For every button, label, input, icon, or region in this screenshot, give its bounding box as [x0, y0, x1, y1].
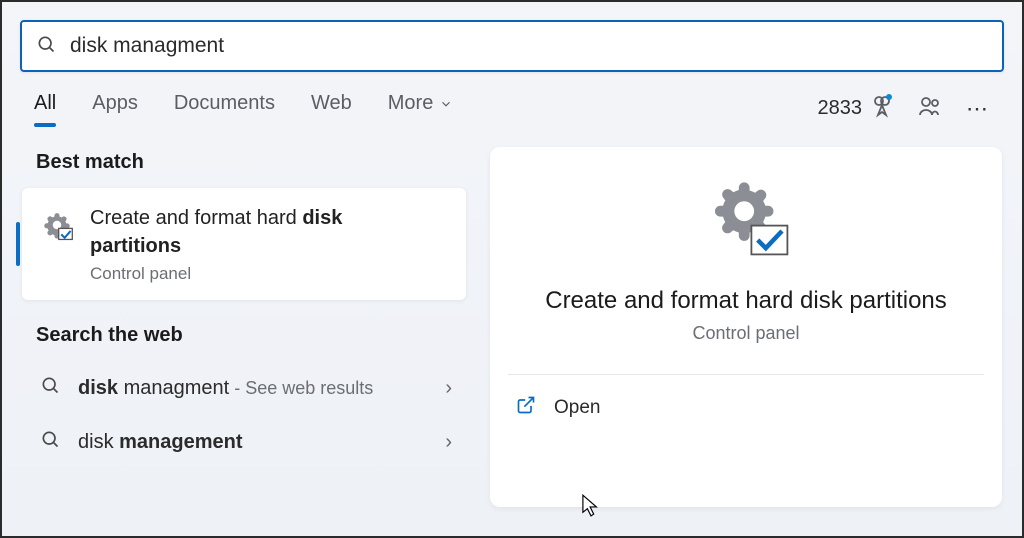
search-icon: [36, 34, 56, 59]
preview-subtitle: Control panel: [512, 323, 980, 344]
chevron-right-icon: ›: [445, 431, 452, 454]
best-match-result[interactable]: Create and format hard disk partitions C…: [22, 188, 466, 300]
tab-web[interactable]: Web: [311, 92, 352, 125]
preview-title: Create and format hard disk partitions: [512, 287, 980, 315]
web-result-2[interactable]: disk management ›: [28, 415, 464, 469]
search-icon: [40, 429, 60, 455]
filter-tabs-row: All Apps Documents Web More 2833: [20, 72, 1004, 125]
tab-apps[interactable]: Apps: [92, 92, 138, 125]
web-result-2-text: disk management: [78, 431, 243, 454]
people-icon[interactable]: [918, 94, 942, 124]
tab-more[interactable]: More: [388, 92, 454, 125]
search-icon: [40, 375, 60, 401]
chevron-down-icon: [439, 97, 453, 111]
chevron-right-icon: ›: [445, 377, 452, 400]
rewards-points[interactable]: 2833: [818, 94, 895, 124]
action-open-label: Open: [554, 397, 600, 419]
web-result-1[interactable]: disk managment - See web results ›: [28, 361, 464, 415]
open-external-icon: [516, 395, 536, 421]
tab-documents[interactable]: Documents: [174, 92, 275, 125]
web-result-1-text: disk managment - See web results: [78, 377, 373, 400]
best-match-subtitle: Control panel: [90, 264, 342, 284]
search-bar[interactable]: [20, 20, 1004, 72]
best-match-title: Create and format hard disk partitions: [90, 204, 342, 260]
gear-check-icon-large: [701, 177, 791, 265]
rewards-points-value: 2833: [818, 97, 863, 120]
more-options-icon[interactable]: ⋯: [966, 96, 990, 122]
search-web-heading: Search the web: [22, 320, 470, 361]
search-input[interactable]: [70, 34, 988, 58]
tab-more-label: More: [388, 92, 434, 115]
best-match-heading: Best match: [22, 147, 470, 188]
action-open[interactable]: Open: [512, 375, 980, 421]
preview-panel: Create and format hard disk partitions C…: [490, 147, 1002, 507]
gear-check-icon: [40, 208, 74, 242]
rewards-icon: [870, 94, 894, 124]
tab-all[interactable]: All: [34, 92, 56, 125]
